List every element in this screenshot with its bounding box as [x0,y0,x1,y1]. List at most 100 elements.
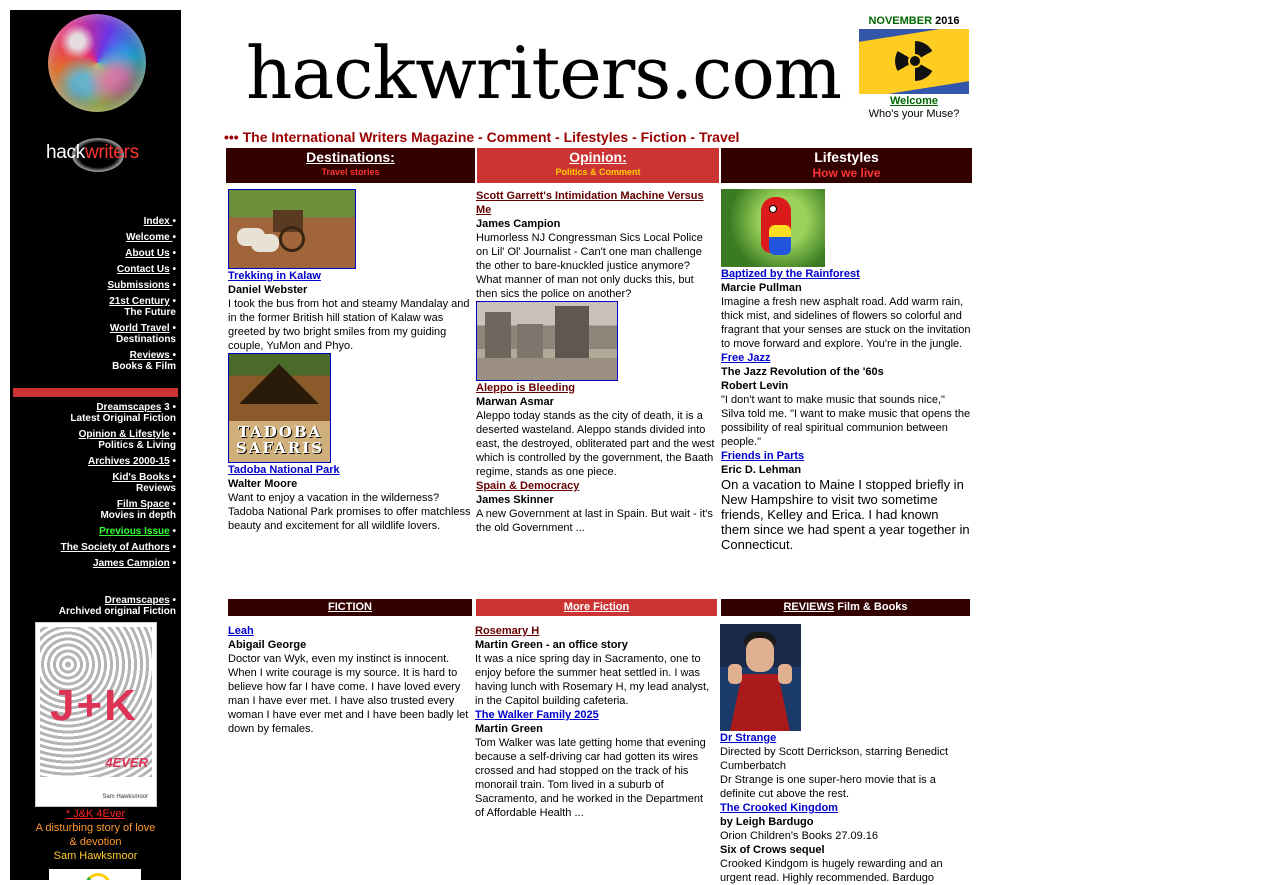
nav-index-link[interactable]: Index [144,216,173,227]
article-title-link[interactable]: Aleppo is Bleeding [476,381,716,395]
macaw-parrot-image[interactable] [721,189,825,267]
nav-dreamscapes-link[interactable]: Dreamscapes [96,402,161,413]
issue-month: NOVEMBER [868,15,933,27]
article-subtitle: Six of Crows sequel [720,844,825,856]
article-author: Martin Green - an office story [475,639,628,651]
issue-year: 2016 [932,15,960,27]
article-author: James Skinner [476,494,554,506]
nav-about-link[interactable]: About Us [125,248,169,259]
reviews-header: REVIEWS Film & Books [721,599,970,616]
nav-kids-books-sub: Reviews [135,483,176,494]
article-title-link[interactable]: Friends in Parts [721,449,971,463]
article-title-link[interactable]: Scott Garrett's Intimidation Machine Ver… [476,189,716,217]
review-credits: Directed by Scott Derrickson, starring B… [720,746,949,772]
nav-kids-books-link[interactable]: Kid's Books [112,472,172,483]
nav-dreamscapes-archive-sub: Archived original Fiction [58,606,176,617]
nav-opinion-lifestyle-link[interactable]: Opinion & Lifestyle [79,429,170,440]
bullet: • [169,558,176,569]
issue-date: NOVEMBER 2016 [858,15,970,27]
lifestyles-column: Baptized by the Rainforest Marcie Pullma… [721,189,971,552]
reviews-header-link[interactable]: REVIEWS [783,601,834,613]
article-author: Marwan Asmar [476,396,554,408]
nav-welcome-link[interactable]: Welcome [126,232,173,243]
radiation-warning-image[interactable] [859,29,969,94]
nav-archives-link[interactable]: Archives 2000-15 [88,456,170,467]
nav-society-authors-link[interactable]: The Society of Authors [61,542,170,553]
nav-previous-issue-link[interactable]: Previous Issue [99,526,170,537]
article-desc: Dr Strange is one super-hero movie that … [720,774,936,800]
article-desc: Tom Walker was late getting home that ev… [475,737,706,819]
nav-dreamscapes-sub: Latest Original Fiction [70,413,176,424]
bullet: • [172,472,176,483]
hackwriters-logo[interactable]: hackwriters [32,136,162,176]
lifestyles-header-sub: How we live [812,166,881,180]
lifestyles-header-title: Lifestyles [814,149,879,165]
fiction-header: FICTION [228,599,472,616]
article-author: Eric D. Lehman [721,464,802,476]
book-cover-image[interactable]: J+K 4EVER Sam Hawksmoor [35,622,157,807]
nav-world-travel-sub: Destinations [115,334,176,345]
nav-submissions-link[interactable]: Submissions [107,280,169,291]
tadoba-safaris-image[interactable]: TADOBA SAFARIS [228,353,331,463]
article-title-link[interactable]: The Walker Family 2025 [475,708,715,722]
nav-film-space-sub: Movies in depth [100,510,176,521]
more-fiction-header: More Fiction [476,599,717,616]
article-title-link[interactable]: Baptized by the Rainforest [721,267,971,281]
article-desc: A new Government at last in Spain. But w… [476,508,713,534]
article-author: Daniel Webster [228,284,308,296]
book-title-link[interactable]: * J&K 4Ever [66,808,125,820]
article-title-link[interactable]: Spain & Democracy [476,479,716,493]
article-desc: Imagine a fresh new asphalt road. Add wa… [721,296,971,350]
nav-contact-link[interactable]: Contact Us [117,264,170,275]
article-title-link[interactable]: Free Jazz [721,351,971,365]
article-title-link[interactable]: Trekking in Kalaw [228,269,473,283]
dreamscapes-count: 3 [161,402,170,413]
nav-21st-century-link[interactable]: 21st Century [109,296,170,307]
nav-james-campion-link[interactable]: James Campion [93,558,170,569]
hand-shape [728,664,742,684]
nav-dreamscapes-archive-link[interactable]: Dreamscapes [105,595,170,606]
article-author: Martin Green [475,723,543,735]
hut-roof-shape [239,364,319,404]
destinations-column: Trekking in Kalaw Daniel Webster I took … [228,189,473,533]
welcome-link[interactable]: Welcome [858,95,970,107]
article-title-link[interactable]: Tadoba National Park [228,463,473,477]
nav-reviews-link[interactable]: Reviews [130,350,173,361]
article-desc: "I don't want to make music that sounds … [721,394,971,448]
article-title-link[interactable]: The Crooked Kingdom [720,801,970,815]
promo-thumbnail[interactable] [49,869,141,880]
article-author: Abigail George [228,639,307,651]
nav-film-space-link[interactable]: Film Space [117,499,170,510]
bullet: • [169,402,176,413]
article-title-link[interactable]: Dr Strange [720,731,970,745]
hand-shape [778,664,792,684]
article-desc: Aleppo today stands as the city of death… [476,410,715,478]
fiction-header-link[interactable]: FICTION [328,601,372,613]
sidebar-nav: Index • Welcome • About Us • Contact Us … [11,216,176,377]
bullet: • [169,248,176,259]
opinion-header-link[interactable]: Opinion: [477,148,719,166]
bubble-logo-image [48,14,146,112]
more-fiction-header-link[interactable]: More Fiction [564,601,629,613]
nav-opinion-lifestyle-sub: Politics & Living [98,440,176,451]
parrot-wing-shape [769,225,791,255]
kalaw-oxcart-image[interactable] [228,189,356,269]
bullet: • [169,595,176,606]
parrot-eye-shape [769,205,777,213]
logo-text-writers: writers [84,142,139,163]
article-title-link[interactable]: Rosemary H [475,624,715,638]
article-title-link[interactable]: Leah [228,624,471,638]
wheel-shape [279,226,305,252]
article-author: Walter Moore [228,478,298,490]
dr-strange-poster-image[interactable] [720,624,801,731]
bullet: • [169,296,176,307]
aleppo-rubble-image[interactable] [476,301,618,381]
article-desc: Want to enjoy a vacation in the wilderne… [228,492,471,532]
bullet: • [169,499,176,510]
nav-world-travel-link[interactable]: World Travel [110,323,170,334]
destinations-header-link[interactable]: Destinations: [226,148,475,166]
site-title[interactable]: hackwriters.com [246,28,842,118]
article-desc: It was a nice spring day in Sacramento, … [475,653,710,707]
fiction-column: Leah Abigail George Doctor van Wyk, even… [228,624,471,736]
article-desc: I took the bus from hot and steamy Manda… [228,298,470,352]
